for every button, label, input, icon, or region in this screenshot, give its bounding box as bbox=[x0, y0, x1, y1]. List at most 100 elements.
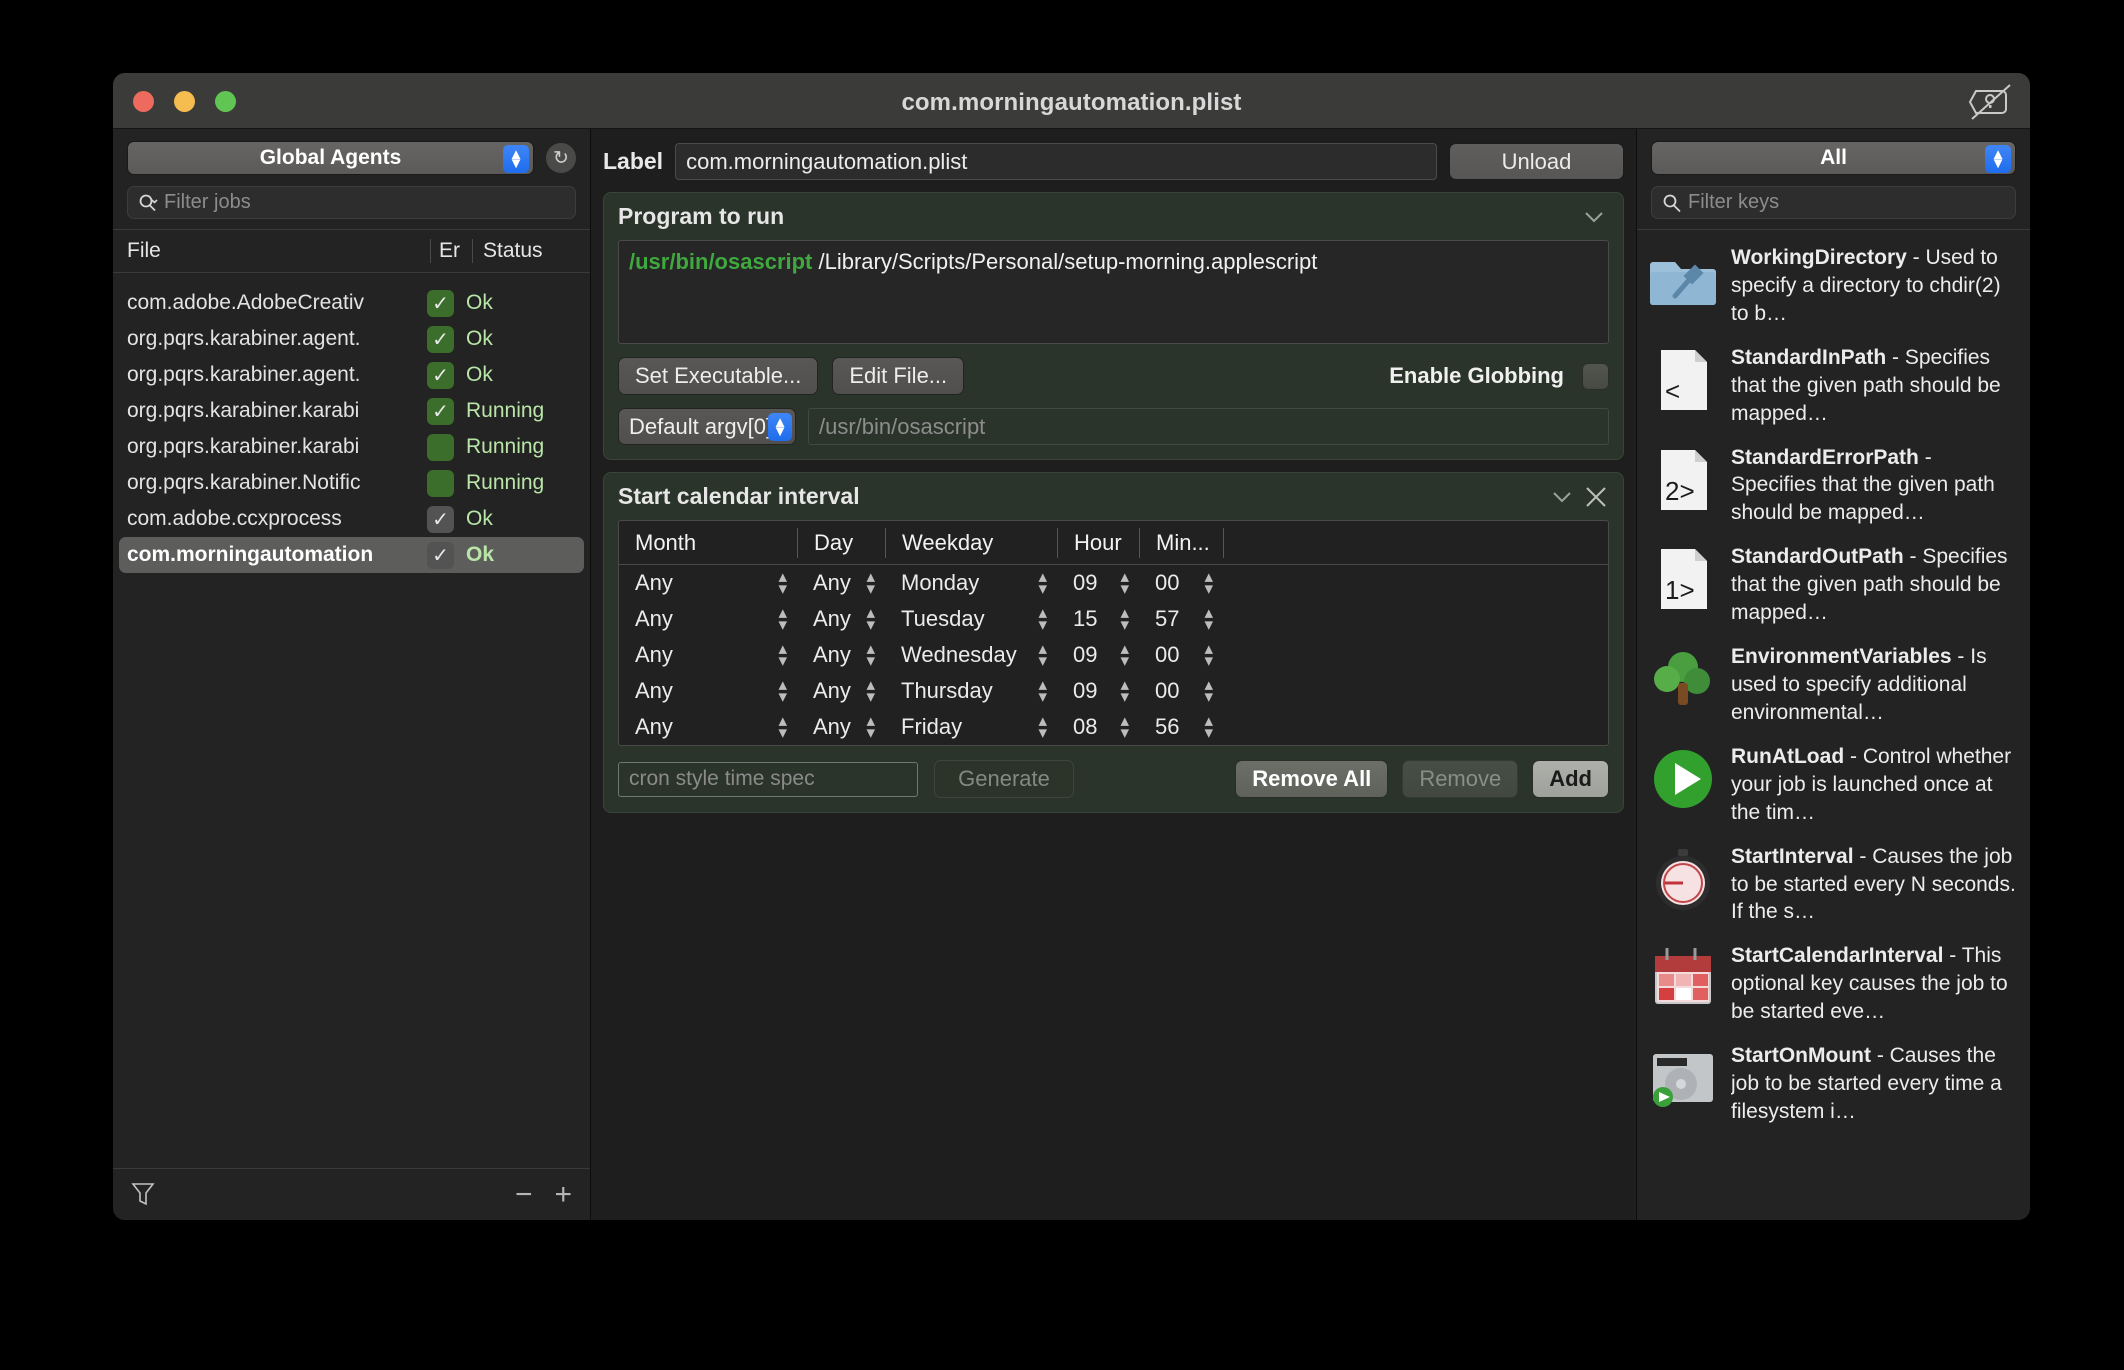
calendar-month-stepper[interactable]: Any ▴ ▾ bbox=[619, 568, 797, 597]
calendar-hour-stepper[interactable]: 09 ▴ ▾ bbox=[1057, 640, 1139, 669]
key-list-item[interactable]: RunAtLoad - Control whether your job is … bbox=[1637, 735, 2030, 835]
calendar-weekday-stepper[interactable]: Monday ▴ ▾ bbox=[885, 568, 1057, 597]
calendar-minute-stepper[interactable]: 00 ▴ ▾ bbox=[1139, 640, 1223, 669]
calendar-month-stepper[interactable]: Any ▴ ▾ bbox=[619, 604, 797, 633]
file-list-row[interactable]: org.pqrs.karabiner.karabi ✓ Running bbox=[119, 393, 584, 429]
chevron-updown-icon[interactable]: ▴ ▾ bbox=[1038, 604, 1047, 633]
chevron-updown-icon[interactable]: ▴ ▾ bbox=[1120, 676, 1129, 705]
calendar-weekday-stepper[interactable]: Wednesday ▴ ▾ bbox=[885, 640, 1057, 669]
calendar-minute-stepper[interactable]: 56 ▴ ▾ bbox=[1139, 712, 1223, 741]
program-command-field[interactable]: /usr/bin/osascript /Library/Scripts/Pers… bbox=[618, 240, 1609, 344]
chevron-updown-icon[interactable]: ▴ ▾ bbox=[1204, 568, 1213, 597]
column-header-minute[interactable]: Min... bbox=[1139, 527, 1223, 558]
remove-button[interactable]: Remove bbox=[1402, 760, 1519, 798]
calendar-row[interactable]: Any ▴ ▾ Any ▴ ▾ Wednesday ▴ ▾ 09 ▴ ▾ 00 ▴ ▾ bbox=[619, 637, 1608, 673]
calendar-weekday-stepper[interactable]: Friday ▴ ▾ bbox=[885, 712, 1057, 741]
calendar-month-stepper[interactable]: Any ▴ ▾ bbox=[619, 676, 797, 705]
calendar-day-stepper[interactable]: Any ▴ ▾ bbox=[797, 604, 885, 633]
add-button[interactable]: Add bbox=[1532, 760, 1609, 798]
calendar-month-stepper[interactable]: Any ▴ ▾ bbox=[619, 640, 797, 669]
chevron-updown-icon[interactable]: ▴ ▾ bbox=[778, 568, 787, 597]
chevron-down-icon[interactable] bbox=[1551, 490, 1573, 504]
chevron-updown-icon[interactable]: ▴ ▾ bbox=[1204, 640, 1213, 669]
chevron-down-icon[interactable] bbox=[1583, 210, 1605, 224]
chevron-updown-icon[interactable]: ▴ ▾ bbox=[778, 604, 787, 633]
chevron-updown-icon[interactable]: ▴ ▾ bbox=[1120, 712, 1129, 741]
file-list-row[interactable]: org.pqrs.karabiner.agent. ✓ Ok bbox=[119, 357, 584, 393]
file-list-row[interactable]: org.pqrs.karabiner.Notific Running bbox=[119, 465, 584, 501]
chevron-updown-icon[interactable]: ▴ ▾ bbox=[1120, 604, 1129, 633]
label-input[interactable]: com.morningautomation.plist bbox=[675, 143, 1437, 180]
tag-slash-icon[interactable] bbox=[1968, 81, 2016, 123]
calendar-day-stepper[interactable]: Any ▴ ▾ bbox=[797, 712, 885, 741]
load-checkbox[interactable]: ✓ bbox=[427, 505, 454, 533]
chevron-updown-icon[interactable]: ▴ ▾ bbox=[1038, 712, 1047, 741]
calendar-hour-stepper[interactable]: 09 ▴ ▾ bbox=[1057, 676, 1139, 705]
remove-all-button[interactable]: Remove All bbox=[1235, 760, 1389, 798]
file-list-row[interactable]: com.morningautomation ✓ Ok bbox=[119, 537, 584, 573]
calendar-row[interactable]: Any ▴ ▾ Any ▴ ▾ Thursday ▴ ▾ 09 ▴ ▾ 00 ▴ ▾ bbox=[619, 673, 1608, 709]
chevron-updown-icon[interactable]: ▴ ▾ bbox=[1204, 604, 1213, 633]
calendar-hour-stepper[interactable]: 09 ▴ ▾ bbox=[1057, 568, 1139, 597]
column-header-status[interactable]: Status bbox=[472, 239, 590, 263]
load-checkbox[interactable]: ✓ bbox=[427, 361, 454, 389]
argv-input[interactable]: /usr/bin/osascript bbox=[808, 408, 1609, 445]
chevron-updown-icon[interactable]: ▴ ▾ bbox=[1204, 676, 1213, 705]
close-icon[interactable] bbox=[1583, 484, 1609, 510]
column-header-weekday[interactable]: Weekday bbox=[885, 527, 1057, 558]
cron-spec-input[interactable]: cron style time spec bbox=[618, 761, 918, 797]
column-header-file[interactable]: File bbox=[127, 239, 430, 263]
calendar-day-stepper[interactable]: Any ▴ ▾ bbox=[797, 640, 885, 669]
chevron-updown-icon[interactable]: ▴ ▾ bbox=[866, 676, 875, 705]
argv-popup[interactable]: Default argv[0] ▲ ▼ bbox=[618, 408, 796, 445]
domain-popup[interactable]: Global Agents ▲ ▼ bbox=[127, 141, 534, 175]
calendar-minute-stepper[interactable]: 00 ▴ ▾ bbox=[1139, 676, 1223, 705]
chevron-updown-icon[interactable]: ▴ ▾ bbox=[1038, 568, 1047, 597]
file-list-row[interactable]: com.adobe.AdobeCreativ ✓ Ok bbox=[119, 285, 584, 321]
calendar-minute-stepper[interactable]: 57 ▴ ▾ bbox=[1139, 604, 1223, 633]
column-header-error[interactable]: Er bbox=[430, 239, 472, 263]
file-list-row[interactable]: com.adobe.ccxprocess ✓ Ok bbox=[119, 501, 584, 537]
chevron-updown-icon[interactable]: ▴ ▾ bbox=[866, 640, 875, 669]
chevron-updown-icon[interactable]: ▴ ▾ bbox=[778, 676, 787, 705]
key-list-item[interactable]: EnvironmentVariables - Is used to specif… bbox=[1637, 635, 2030, 735]
set-executable-button[interactable]: Set Executable... bbox=[618, 357, 819, 395]
plus-icon[interactable]: + bbox=[554, 1179, 572, 1210]
enable-globbing-checkbox[interactable] bbox=[1582, 362, 1609, 390]
calendar-day-stepper[interactable]: Any ▴ ▾ bbox=[797, 676, 885, 705]
filter-jobs-field[interactable]: Filter jobs bbox=[127, 186, 576, 219]
chevron-updown-icon[interactable]: ▴ ▾ bbox=[866, 568, 875, 597]
refresh-icon[interactable]: ↻ bbox=[546, 143, 576, 173]
chevron-updown-icon[interactable]: ▴ ▾ bbox=[778, 712, 787, 741]
calendar-row[interactable]: Any ▴ ▾ Any ▴ ▾ Monday ▴ ▾ 09 ▴ ▾ 00 ▴ ▾ bbox=[619, 565, 1608, 601]
key-list-item[interactable]: StartCalendarInterval - This optional ke… bbox=[1637, 934, 2030, 1034]
calendar-hour-stepper[interactable]: 08 ▴ ▾ bbox=[1057, 712, 1139, 741]
unload-button[interactable]: Unload bbox=[1449, 143, 1624, 180]
chevron-updown-icon[interactable]: ▴ ▾ bbox=[1120, 640, 1129, 669]
calendar-row[interactable]: Any ▴ ▾ Any ▴ ▾ Friday ▴ ▾ 08 ▴ ▾ 56 ▴ ▾ bbox=[619, 709, 1608, 745]
calendar-weekday-stepper[interactable]: Thursday ▴ ▾ bbox=[885, 676, 1057, 705]
load-checkbox[interactable]: ✓ bbox=[427, 325, 454, 353]
column-header-hour[interactable]: Hour bbox=[1057, 527, 1139, 558]
chevron-updown-icon[interactable]: ▴ ▾ bbox=[1204, 712, 1213, 741]
load-checkbox[interactable]: ✓ bbox=[427, 289, 454, 317]
edit-file-button[interactable]: Edit File... bbox=[832, 357, 965, 395]
file-list-row[interactable]: org.pqrs.karabiner.agent. ✓ Ok bbox=[119, 321, 584, 357]
chevron-updown-icon[interactable]: ▴ ▾ bbox=[1038, 640, 1047, 669]
key-list-item[interactable]: < StandardInPath - Specifies that the giv… bbox=[1637, 336, 2030, 436]
load-checkbox[interactable] bbox=[427, 469, 454, 497]
calendar-weekday-stepper[interactable]: Tuesday ▴ ▾ bbox=[885, 604, 1057, 633]
calendar-day-stepper[interactable]: Any ▴ ▾ bbox=[797, 568, 885, 597]
key-list-item[interactable]: StartOnMount - Causes the job to be star… bbox=[1637, 1034, 2030, 1134]
calendar-minute-stepper[interactable]: 00 ▴ ▾ bbox=[1139, 568, 1223, 597]
filter-keys-field[interactable]: Filter keys bbox=[1651, 186, 2016, 219]
chevron-updown-icon[interactable]: ▴ ▾ bbox=[1120, 568, 1129, 597]
calendar-hour-stepper[interactable]: 15 ▴ ▾ bbox=[1057, 604, 1139, 633]
calendar-row[interactable]: Any ▴ ▾ Any ▴ ▾ Tuesday ▴ ▾ 15 ▴ ▾ 57 ▴ ▾ bbox=[619, 601, 1608, 637]
key-list-item[interactable]: 1> StandardOutPath - Specifies that the g… bbox=[1637, 535, 2030, 635]
calendar-month-stepper[interactable]: Any ▴ ▾ bbox=[619, 712, 797, 741]
load-checkbox[interactable] bbox=[427, 433, 454, 461]
chevron-updown-icon[interactable]: ▴ ▾ bbox=[1038, 676, 1047, 705]
column-header-day[interactable]: Day bbox=[797, 527, 885, 558]
generate-button[interactable]: Generate bbox=[934, 760, 1074, 798]
